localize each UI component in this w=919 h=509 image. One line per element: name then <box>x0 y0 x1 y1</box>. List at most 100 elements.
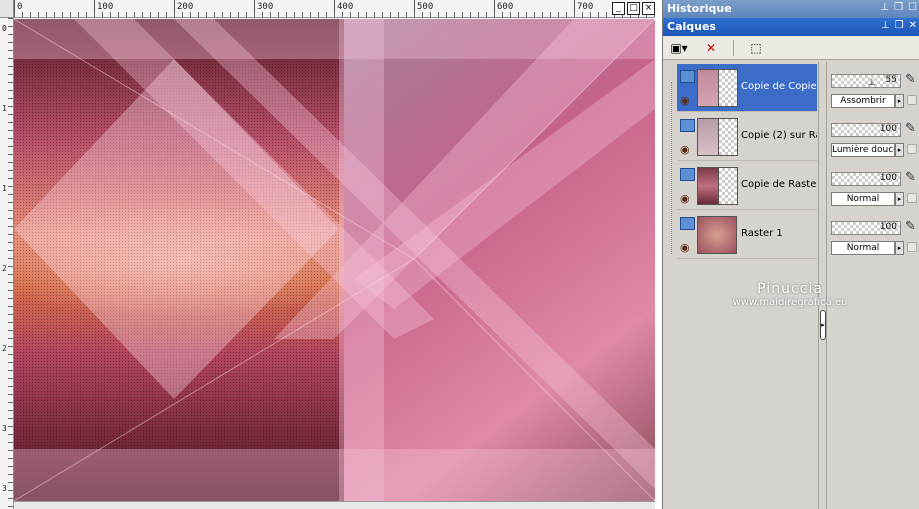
ruler-label: 0 <box>17 2 23 12</box>
ruler-label: 300 <box>257 2 274 12</box>
ruler-label: 700 <box>577 2 594 12</box>
eye-icon[interactable]: ◉ <box>680 241 690 254</box>
layer-name: Raster 1 <box>741 228 783 239</box>
ruler-label: 500 <box>417 2 434 12</box>
blend-mode-select[interactable]: Assombrir <box>831 94 895 108</box>
mask-button[interactable]: ⬚ <box>746 39 766 57</box>
mask-thumbnail <box>718 167 738 205</box>
ruler-minor-ticks <box>14 12 655 17</box>
layer-row[interactable]: ◉ Copie (2) sur Rast <box>677 113 817 161</box>
layer-row[interactable]: ◉ Raster 1 <box>677 211 817 259</box>
layers-toolbar: ▣▾ ✕ ⬚ <box>663 36 919 60</box>
canvas-image[interactable] <box>14 19 655 501</box>
layer-name: Copie de Raster 1 <box>741 179 817 190</box>
pin-icon[interactable]: ⊥ <box>881 20 890 31</box>
opacity-slider[interactable]: ⊥ 55 <box>831 74 901 88</box>
lock-icon[interactable] <box>907 193 917 203</box>
history-palette-title[interactable]: Historique ⊥ ❐ ☐ <box>663 0 919 18</box>
layer-name: Copie de Copie (2 <box>741 81 817 92</box>
artwork <box>14 19 655 501</box>
layers-title-label: Calques <box>667 20 716 33</box>
image-window[interactable]: 0 100 200 300 400 500 600 700 _ □ × 0 1 … <box>0 0 662 509</box>
opacity-value: 100 <box>879 124 897 134</box>
maximize-icon[interactable]: ☐ <box>908 2 917 13</box>
layer-props-row: ⊥ 55 ✎ Assombrir ▸ <box>829 64 919 112</box>
eye-icon[interactable]: ◉ <box>680 94 690 107</box>
mask-thumbnail <box>718 118 738 156</box>
eye-icon[interactable]: ◉ <box>680 143 690 156</box>
ruler-label: 1 <box>2 184 7 193</box>
raster-layer-icon <box>680 217 695 230</box>
pin-icon[interactable]: ⊥ <box>880 2 889 13</box>
ruler-label: 2 <box>2 344 7 353</box>
lock-icon[interactable] <box>907 95 917 105</box>
blend-dropdown-arrow[interactable]: ▸ <box>895 241 904 255</box>
raster-layer-icon <box>680 119 695 132</box>
layer-props-row: 100 ✎ Normal ▸ <box>829 162 919 210</box>
blend-dropdown-arrow[interactable]: ▸ <box>895 192 904 206</box>
ruler-corner <box>0 0 14 18</box>
toolbar-separator <box>733 39 734 56</box>
psp-workspace: 0 100 200 300 400 500 600 700 _ □ × 0 1 … <box>0 0 919 509</box>
image-window-controls: _ □ × <box>612 2 655 15</box>
history-palette-controls: ⊥ ❐ ☐ <box>880 2 917 13</box>
close-icon[interactable]: ✕ <box>909 20 917 31</box>
ruler-label: 600 <box>497 2 514 12</box>
delete-layer-button[interactable]: ✕ <box>701 39 721 57</box>
opacity-slider[interactable]: 100 <box>831 221 901 235</box>
tree-line <box>671 82 672 254</box>
new-layer-icon: ▣▾ <box>670 40 688 55</box>
horizontal-ruler: 0 100 200 300 400 500 600 700 <box>14 0 655 18</box>
restore-icon[interactable]: ❐ <box>895 20 904 31</box>
mask-thumbnail <box>718 69 738 107</box>
ruler-label: 100 <box>97 2 114 12</box>
minimize-button[interactable]: _ <box>612 2 625 15</box>
ruler-label: 1 <box>2 104 7 113</box>
lock-icon[interactable] <box>907 144 917 154</box>
brush-icon[interactable]: ✎ <box>905 170 916 185</box>
opacity-slider[interactable]: 100 <box>831 172 901 186</box>
close-button[interactable]: × <box>642 2 655 15</box>
blend-mode-select[interactable]: Normal <box>831 192 895 206</box>
ruler-label: 400 <box>337 2 354 12</box>
new-layer-button[interactable]: ▣▾ <box>669 39 689 57</box>
restore-icon[interactable]: ❐ <box>894 2 903 13</box>
expand-arrow-icon[interactable]: ▸ <box>820 310 826 340</box>
layers-palette-title[interactable]: Calques ⊥ ❐ ✕ <box>663 18 919 36</box>
blend-mode-select[interactable]: Normal <box>831 241 895 255</box>
opacity-value: 100 <box>879 173 897 183</box>
ruler-label: 3 <box>2 424 7 433</box>
history-title-label: Historique <box>667 2 732 15</box>
watermark: Pinuccia www.maidiregrafica.eu <box>720 281 860 308</box>
ruler-label: 3 <box>2 484 7 493</box>
layer-thumbnail <box>697 216 737 254</box>
blend-dropdown-arrow[interactable]: ▸ <box>895 94 904 108</box>
ruler-label: 2 <box>2 264 7 273</box>
watermark-url: www.maidiregrafica.eu <box>732 297 848 308</box>
eye-icon[interactable]: ◉ <box>680 192 690 205</box>
blend-mode-select[interactable]: Lumière douce <box>831 143 895 157</box>
horizontal-scrollbar[interactable] <box>14 501 655 509</box>
watermark-name: Pinuccia <box>757 281 823 297</box>
layer-props-row: 100 ✎ Normal ▸ <box>829 211 919 259</box>
brush-icon[interactable]: ✎ <box>905 219 916 234</box>
layer-properties: ⊥ 55 ✎ Assombrir ▸ 100 ✎ Lumière douce ▸ <box>829 62 919 262</box>
mask-icon: ⬚ <box>750 40 762 55</box>
opacity-value: 100 <box>879 222 897 232</box>
layer-name: Copie (2) sur Rast <box>741 130 817 141</box>
layer-row[interactable]: ◉ Copie de Copie (2 <box>677 64 817 112</box>
ruler-label: 200 <box>177 2 194 12</box>
vertical-ruler: 0 1 1 2 2 3 3 <box>0 18 14 509</box>
layer-row[interactable]: ◉ Copie de Raster 1 <box>677 162 817 210</box>
restore-button[interactable]: □ <box>627 2 640 15</box>
brush-icon[interactable]: ✎ <box>905 121 916 136</box>
ruler-label: 0 <box>2 24 7 33</box>
ruler-minor-ticks <box>8 18 13 509</box>
palette-column: Historique ⊥ ❐ ☐ Calques ⊥ ❐ ✕ ▣▾ ✕ ⬚ ◉ … <box>662 0 919 509</box>
slider-caret-icon: ⊥ <box>868 78 876 88</box>
opacity-slider[interactable]: 100 <box>831 123 901 137</box>
layer-props-row: 100 ✎ Lumière douce ▸ <box>829 113 919 161</box>
blend-dropdown-arrow[interactable]: ▸ <box>895 143 904 157</box>
brush-icon[interactable]: ✎ <box>905 72 916 87</box>
lock-icon[interactable] <box>907 242 917 252</box>
